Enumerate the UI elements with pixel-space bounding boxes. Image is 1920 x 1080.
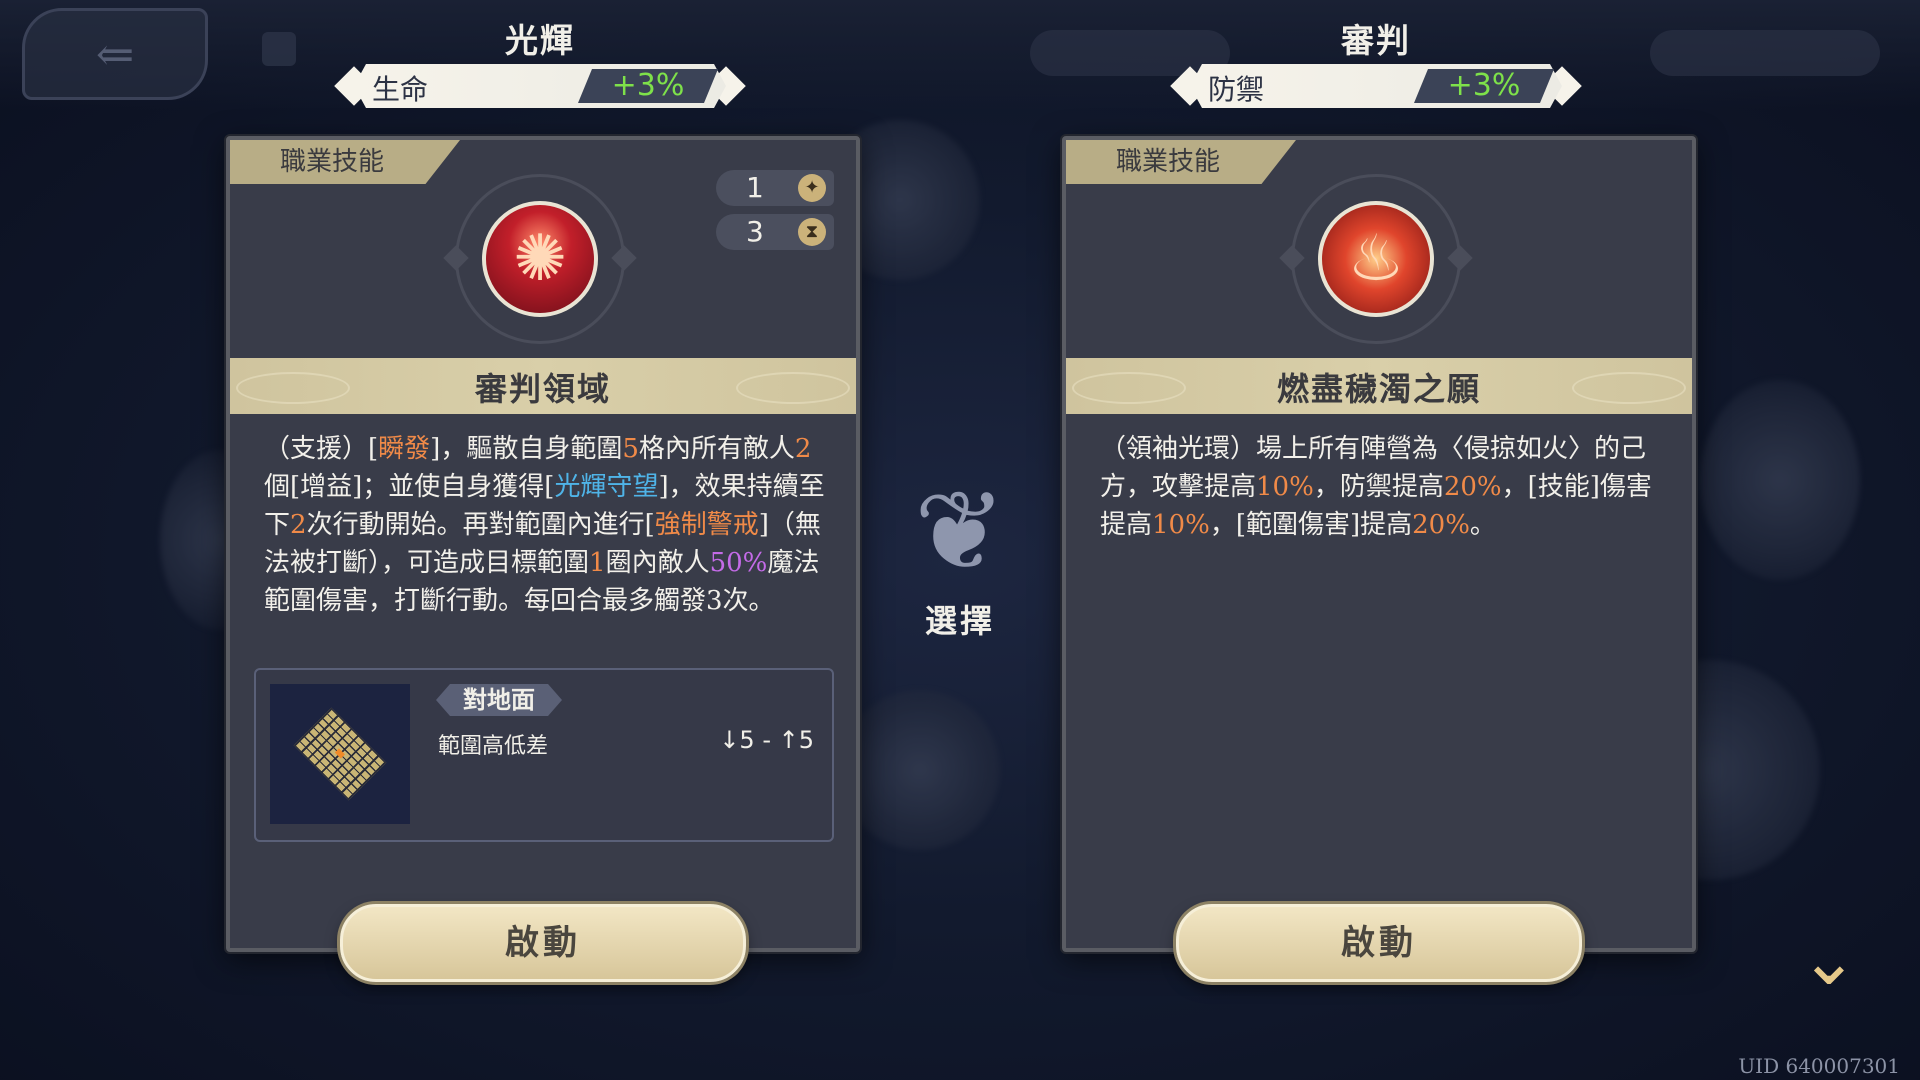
skill-name: 審判領域	[474, 370, 611, 408]
back-arrow-icon: ⇐	[95, 27, 135, 81]
bg-chip	[1650, 30, 1880, 76]
range-grid-preview	[270, 684, 410, 824]
uid-label: UID 640007301	[1738, 1054, 1900, 1078]
emblem-frame: ♨	[1291, 174, 1461, 344]
flame-swirl-orb-icon: ♨	[1318, 201, 1434, 317]
skill-name: 燃盡穢濁之願	[1276, 370, 1481, 408]
description-segment: 圈內敵人	[605, 548, 710, 578]
card-tag: 職業技能	[230, 140, 460, 184]
select-emblem[interactable]: ❦ 選擇	[880, 466, 1040, 666]
description-segment: 。	[1469, 510, 1496, 540]
activate-button[interactable]: 啟動	[340, 904, 746, 982]
description-segment: 次行動開始。再對範圍內進行[	[306, 510, 655, 540]
chevron-down-icon[interactable]: ⌄	[1784, 920, 1874, 1000]
select-label: 選擇	[924, 602, 995, 640]
star-icon: ✦	[798, 174, 826, 202]
skill-name-band: 審判領域	[230, 358, 856, 414]
bg-ornament	[840, 690, 1000, 850]
description-segment: 50%	[709, 548, 768, 578]
description-segment: 個[增益]；並使自身獲得[	[264, 472, 555, 502]
skill-cooldown-counter: 3 ⧗	[716, 214, 834, 250]
description-segment: 強制警戒	[654, 510, 759, 540]
description-segment: 光輝守望	[554, 472, 659, 502]
description-segment: （支援）[	[264, 434, 379, 464]
range-height-label: 範圍高低差	[438, 734, 549, 759]
skill-name-band: 燃盡穢濁之願	[1066, 358, 1692, 414]
description-segment: 10%	[1152, 510, 1210, 540]
stat-label: 生命	[372, 73, 429, 106]
card-tag: 職業技能	[1066, 140, 1296, 184]
description-segment: 2	[794, 434, 812, 464]
left-stat-ribbon: 生命 +3%	[334, 64, 746, 108]
activate-button[interactable]: 啟動	[1176, 904, 1582, 982]
range-target-tag: 對地面	[436, 684, 562, 716]
right-stat-ribbon: 防禦 +3%	[1170, 64, 1582, 108]
red-hands-orb-icon: ✺	[482, 201, 598, 317]
description-segment: 20%	[1443, 472, 1502, 502]
description-segment: 20%	[1412, 510, 1470, 540]
right-skill-card[interactable]: 職業技能 ♨ 燃盡穢濁之願 （領袖光環）場上所有陣營為〈侵掠如火〉的己方，攻擊提…	[1062, 136, 1696, 982]
description-segment: 2	[290, 510, 307, 540]
range-info-panel: 對地面 範圍高低差 ↓5 - ↑5	[254, 668, 834, 842]
hourglass-icon: ⧗	[798, 218, 826, 246]
bg-ornament	[1700, 380, 1860, 580]
description-segment: ，[範圍傷害]提高	[1209, 510, 1413, 540]
tree-emblem-icon: ❦	[913, 467, 1007, 595]
right-path-title: 審判	[1341, 21, 1411, 60]
skill-description: （領袖光環）場上所有陣營為〈侵掠如火〉的己方，攻擊提高10%，防禦提高20%，[…	[1100, 430, 1664, 810]
description-segment: 10%	[1256, 472, 1314, 502]
back-button[interactable]: ⇐	[22, 8, 208, 100]
emblem-frame: ✺	[455, 174, 625, 344]
range-height-value: ↓5 - ↑5	[719, 726, 814, 754]
stat-label: 防禦	[1208, 73, 1265, 106]
stat-value: +3%	[1414, 69, 1554, 103]
description-segment: ，防禦提高	[1313, 472, 1444, 502]
grid-menu-icon	[262, 32, 296, 66]
skill-cost-counter: 1 ✦	[716, 170, 834, 206]
description-segment: ]，驅散自身範圍	[430, 434, 623, 464]
description-segment: 瞬發	[378, 434, 431, 464]
left-path-title: 光輝	[505, 21, 575, 60]
description-segment: 1	[589, 548, 606, 578]
description-segment: 5	[622, 434, 639, 464]
left-skill-card[interactable]: 職業技能 ✺ 1 ✦ 3 ⧗ 審判領域 （支援）[瞬發]，驅散自身範圍5格內所有…	[226, 136, 860, 982]
skill-select-screen: ⇐ 光輝 生命 +3% 審判 防禦 +3% 職業技能 ✺ 1 ✦ 3 ⧗ 審判領…	[0, 0, 1920, 1080]
description-segment: 格內所有敵人	[638, 434, 795, 464]
skill-description: （支援）[瞬發]，驅散自身範圍5格內所有敵人2個[增益]；並使自身獲得[光輝守望…	[264, 430, 828, 626]
stat-value: +3%	[578, 69, 718, 103]
